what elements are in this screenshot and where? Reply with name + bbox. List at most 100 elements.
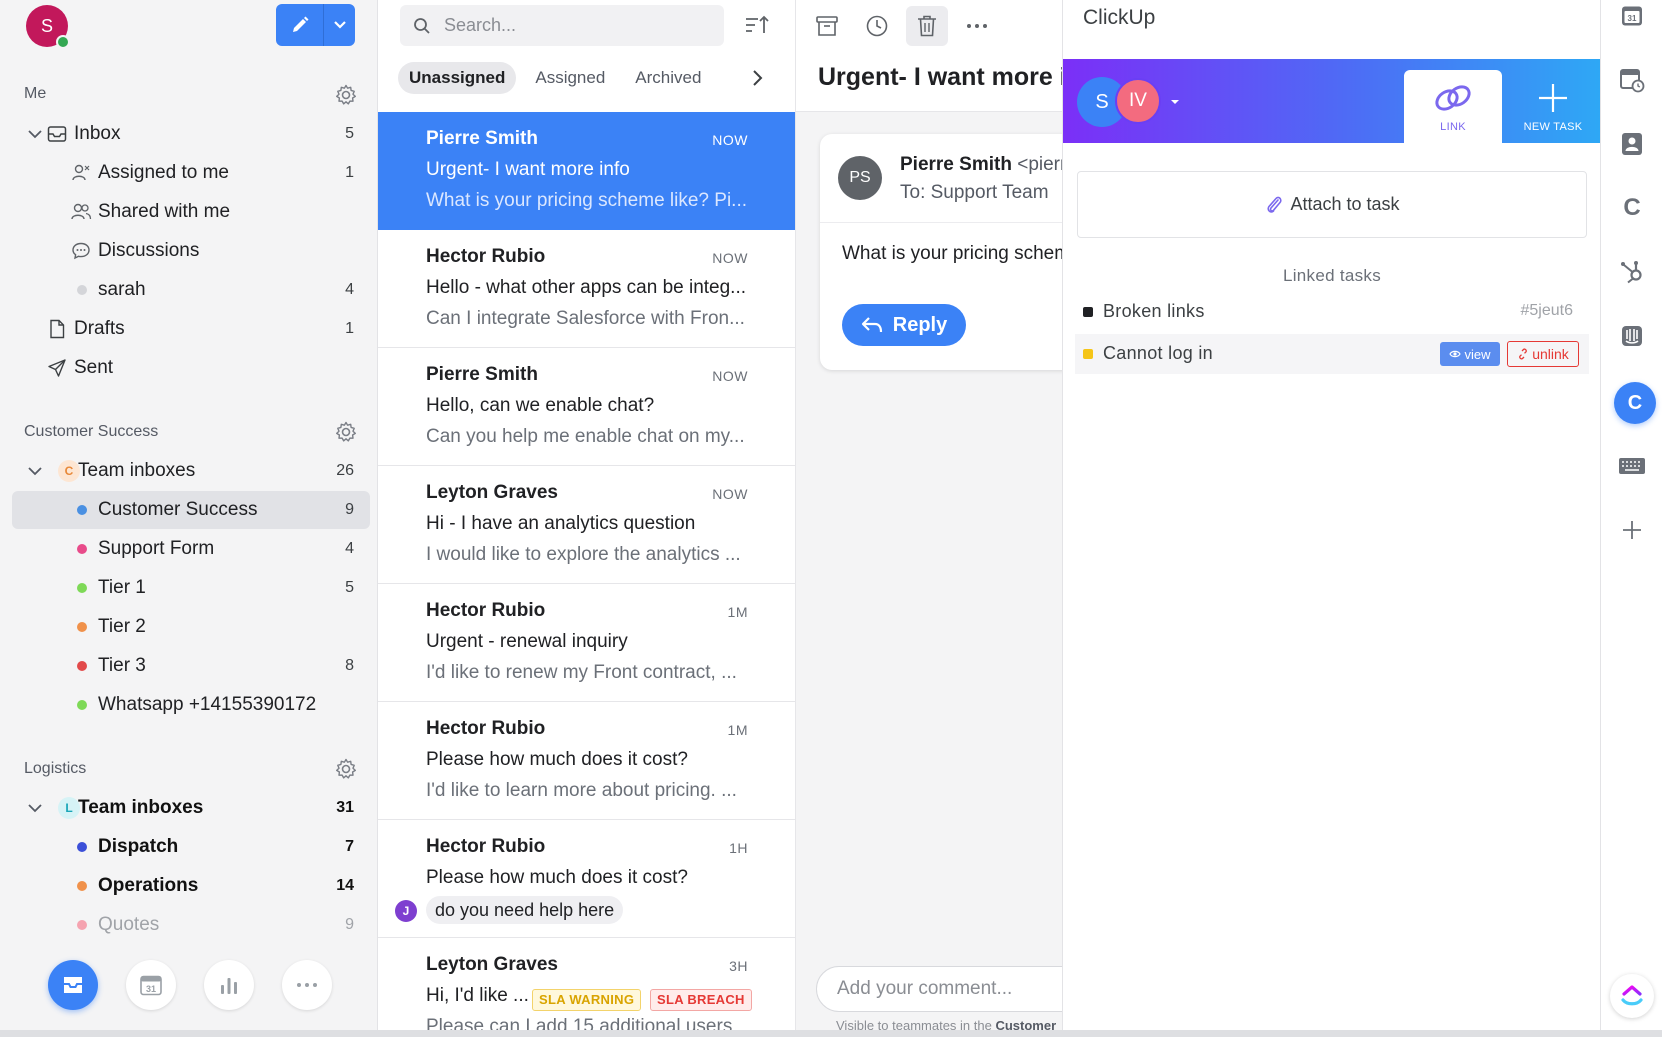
sla-breach-tag: SLA BREACH bbox=[650, 989, 752, 1011]
more-horizontal-icon bbox=[967, 24, 987, 28]
sidebar-item-count: 5 bbox=[345, 579, 354, 596]
clickup-teammate-avatar[interactable]: IV bbox=[1115, 78, 1161, 124]
delete-button[interactable] bbox=[906, 6, 948, 46]
sidebar-item-logistics-team-inboxes[interactable]: L Team inboxes 31 bbox=[12, 789, 370, 827]
draft-document-icon bbox=[46, 318, 68, 340]
archive-button[interactable] bbox=[806, 6, 848, 46]
sidebar-item-sent[interactable]: Sent bbox=[12, 349, 370, 387]
sidebar-item-assigned-to-me[interactable]: Assigned to me 1 bbox=[12, 154, 370, 192]
conversation-item[interactable]: Hector Rubio NOW Hello - what other apps… bbox=[378, 230, 795, 348]
compose-options-button[interactable] bbox=[324, 4, 355, 46]
conversation-item[interactable]: Leyton Graves NOW Hi - I have an analyti… bbox=[378, 466, 795, 584]
logistics-settings-gear-icon[interactable] bbox=[334, 757, 358, 781]
me-settings-gear-icon[interactable] bbox=[334, 83, 358, 107]
sort-icon[interactable] bbox=[744, 14, 770, 36]
tab-assigned[interactable]: Assigned bbox=[524, 62, 616, 94]
sidebar-item-label: Sent bbox=[74, 357, 114, 378]
conversation-item[interactable]: Hector Rubio 1M Urgent - renewal inquiry… bbox=[378, 584, 795, 702]
sidebar-item-cs-team-inboxes[interactable]: C Team inboxes 26 bbox=[12, 452, 370, 490]
message-toolbar bbox=[796, 0, 1064, 52]
c-app-icon[interactable]: C bbox=[1618, 194, 1646, 222]
task-status-square bbox=[1083, 307, 1093, 317]
sidebar-item-support-form[interactable]: Support Form 4 bbox=[12, 530, 370, 568]
message-title: Urgent- I want more info bbox=[818, 63, 1064, 91]
inbox-color-dot bbox=[77, 583, 87, 593]
app-rail: 31 C C bbox=[1600, 0, 1662, 1030]
linked-task-name: Cannot log in bbox=[1103, 343, 1213, 363]
search-icon bbox=[400, 17, 444, 35]
compose-button[interactable] bbox=[276, 4, 324, 46]
conversation-item[interactable]: Hector Rubio 1H Please how much does it … bbox=[378, 820, 795, 938]
snooze-button[interactable] bbox=[856, 6, 898, 46]
sidebar-item-count: 9 bbox=[345, 916, 354, 933]
sidebar-item-shared-with-me[interactable]: Shared with me bbox=[12, 193, 370, 231]
tab-new-task-label: NEW TASK bbox=[1523, 120, 1583, 133]
sidebar-item-operations[interactable]: Operations 14 bbox=[12, 867, 370, 905]
user-avatar[interactable]: S bbox=[26, 5, 70, 49]
more-actions-button[interactable] bbox=[956, 6, 998, 46]
section-logistics-heading: Logistics bbox=[24, 760, 87, 777]
search-input[interactable] bbox=[444, 15, 704, 36]
sidebar-item-drafts[interactable]: Drafts 1 bbox=[12, 310, 370, 348]
comment-box[interactable] bbox=[816, 966, 1064, 1012]
linked-task-row[interactable]: Broken links #5jeut6 bbox=[1075, 292, 1589, 332]
sidebar-item-tier-1[interactable]: Tier 1 5 bbox=[12, 569, 370, 607]
nav-analytics-button[interactable] bbox=[204, 960, 254, 1010]
tab-unassigned[interactable]: Unassigned bbox=[398, 62, 517, 94]
conversation-item[interactable]: Hector Rubio 1M Please how much does it … bbox=[378, 702, 795, 820]
conversation-item[interactable]: Pierre Smith NOW Hello, can we enable ch… bbox=[378, 348, 795, 466]
sidebar-item-discussions[interactable]: Discussions bbox=[12, 232, 370, 270]
attach-to-task-label: Attach to task bbox=[1290, 194, 1400, 214]
message-card: PS Pierre Smith <pierre To: Support Team… bbox=[820, 134, 1064, 370]
attach-to-task-button[interactable]: Attach to task bbox=[1077, 171, 1587, 238]
task-status-square bbox=[1083, 349, 1093, 359]
sidebar-item-count: 1 bbox=[345, 164, 354, 181]
keyboard-shortcuts-icon[interactable] bbox=[1618, 452, 1646, 480]
sidebar-item-sarah[interactable]: sarah 4 bbox=[12, 271, 370, 309]
sidebar-item-label: Shared with me bbox=[98, 201, 231, 222]
reply-button[interactable]: Reply bbox=[842, 304, 966, 346]
add-app-plus-icon[interactable] bbox=[1618, 516, 1646, 544]
conversation-item[interactable]: Leyton Graves 3H Hi, I'd like ... SLA WA… bbox=[378, 938, 795, 1030]
sidebar-item-count: 31 bbox=[336, 799, 354, 816]
nav-calendar-button[interactable]: 31 bbox=[126, 960, 176, 1010]
tab-new-task[interactable]: NEW TASK bbox=[1504, 70, 1600, 143]
nav-more-button[interactable] bbox=[282, 960, 332, 1010]
sidebar-item-label: Drafts bbox=[74, 318, 125, 339]
sidebar-item-dispatch[interactable]: Dispatch 7 bbox=[12, 828, 370, 866]
linked-task-name: Broken links bbox=[1103, 301, 1205, 321]
hubspot-app-icon[interactable] bbox=[1618, 258, 1646, 286]
sidebar-item-quotes[interactable]: Quotes 9 bbox=[12, 906, 370, 944]
customer-success-settings-gear-icon[interactable] bbox=[334, 420, 358, 444]
caret-down-icon[interactable] bbox=[1169, 97, 1181, 107]
calendar-app-icon[interactable]: 31 bbox=[1618, 2, 1646, 30]
intercom-app-icon[interactable] bbox=[1618, 322, 1646, 350]
visibility-inbox-name: Customer bbox=[995, 1018, 1057, 1030]
rail-calendar-day: 31 bbox=[1628, 14, 1637, 23]
calendar-clock-app-icon[interactable] bbox=[1618, 66, 1646, 94]
contact-card-app-icon[interactable] bbox=[1618, 130, 1646, 158]
chevron-right-icon[interactable] bbox=[748, 66, 768, 90]
conversation-sender: Pierre Smith bbox=[426, 128, 538, 149]
message-view: Urgent- I want more info PS Pierre Smith… bbox=[796, 0, 1064, 1030]
clickup-app-active-icon[interactable]: C bbox=[1614, 382, 1656, 424]
comment-input[interactable] bbox=[837, 978, 1064, 1000]
message-body: What is your pricing scheme like? bbox=[842, 243, 1064, 264]
linked-task-row[interactable]: Cannot log in view unlink bbox=[1075, 334, 1589, 374]
tab-link[interactable]: LINK bbox=[1404, 70, 1502, 143]
sidebar-item-whatsapp[interactable]: Whatsapp +14155390172 bbox=[12, 686, 370, 724]
sidebar-item-tier-2[interactable]: Tier 2 bbox=[12, 608, 370, 646]
nav-inbox-button[interactable] bbox=[48, 960, 98, 1010]
sidebar-item-customer-success[interactable]: Customer Success 9 bbox=[12, 491, 370, 529]
tab-archived[interactable]: Archived bbox=[624, 62, 712, 94]
clickup-logo-icon[interactable] bbox=[1610, 974, 1654, 1018]
sidebar-item-tier-3[interactable]: Tier 3 8 bbox=[12, 647, 370, 685]
conversation-item[interactable]: Pierre Smith NOW Urgent- I want more inf… bbox=[378, 112, 795, 230]
conversation-sender: Hector Rubio bbox=[426, 246, 546, 267]
sidebar-item-inbox[interactable]: Inbox 5 bbox=[12, 115, 370, 153]
sidebar-item-label: Tier 2 bbox=[98, 616, 146, 637]
search-box[interactable] bbox=[400, 5, 724, 46]
unlink-task-button[interactable]: unlink bbox=[1507, 341, 1579, 367]
inbox-tray-icon bbox=[64, 977, 82, 993]
view-task-button[interactable]: view bbox=[1440, 342, 1500, 366]
